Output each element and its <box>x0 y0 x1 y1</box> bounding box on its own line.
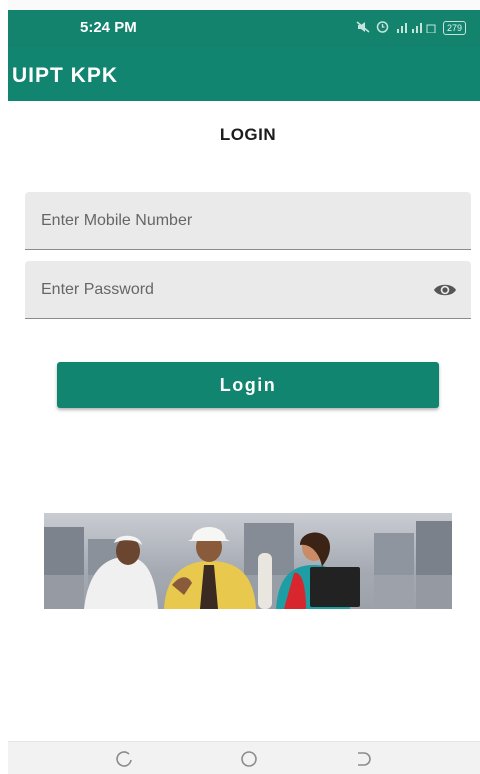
login-form: LOGIN Login <box>8 101 480 741</box>
navigation-bar <box>8 741 480 774</box>
mobile-number-input[interactable] <box>25 192 471 249</box>
status-icons: 279 <box>356 20 466 36</box>
status-bar: 5:24 PM 279 <box>8 10 480 46</box>
status-time: 5:24 PM <box>80 19 137 36</box>
mobile-number-field[interactable] <box>25 192 471 250</box>
people-banner <box>44 513 452 609</box>
password-field[interactable] <box>25 261 471 319</box>
alarm-icon <box>376 20 389 36</box>
home-icon[interactable] <box>238 748 260 770</box>
back-icon[interactable] <box>352 748 374 770</box>
battery-icon: 279 <box>442 21 466 35</box>
phone-screen: 5:24 PM 279 UIPT KPK LOGIN Enter Mobile … <box>8 0 480 774</box>
mute-icon <box>356 20 370 36</box>
app-title: UIPT KPK <box>12 64 119 87</box>
recent-apps-icon[interactable] <box>113 748 135 770</box>
password-input[interactable] <box>25 261 471 318</box>
login-heading: LOGIN <box>219 125 277 144</box>
signal-icon <box>395 21 437 36</box>
eye-icon[interactable] <box>433 280 457 300</box>
app-bar: UIPT KPK <box>8 46 480 101</box>
login-button[interactable]: Login <box>57 362 439 408</box>
